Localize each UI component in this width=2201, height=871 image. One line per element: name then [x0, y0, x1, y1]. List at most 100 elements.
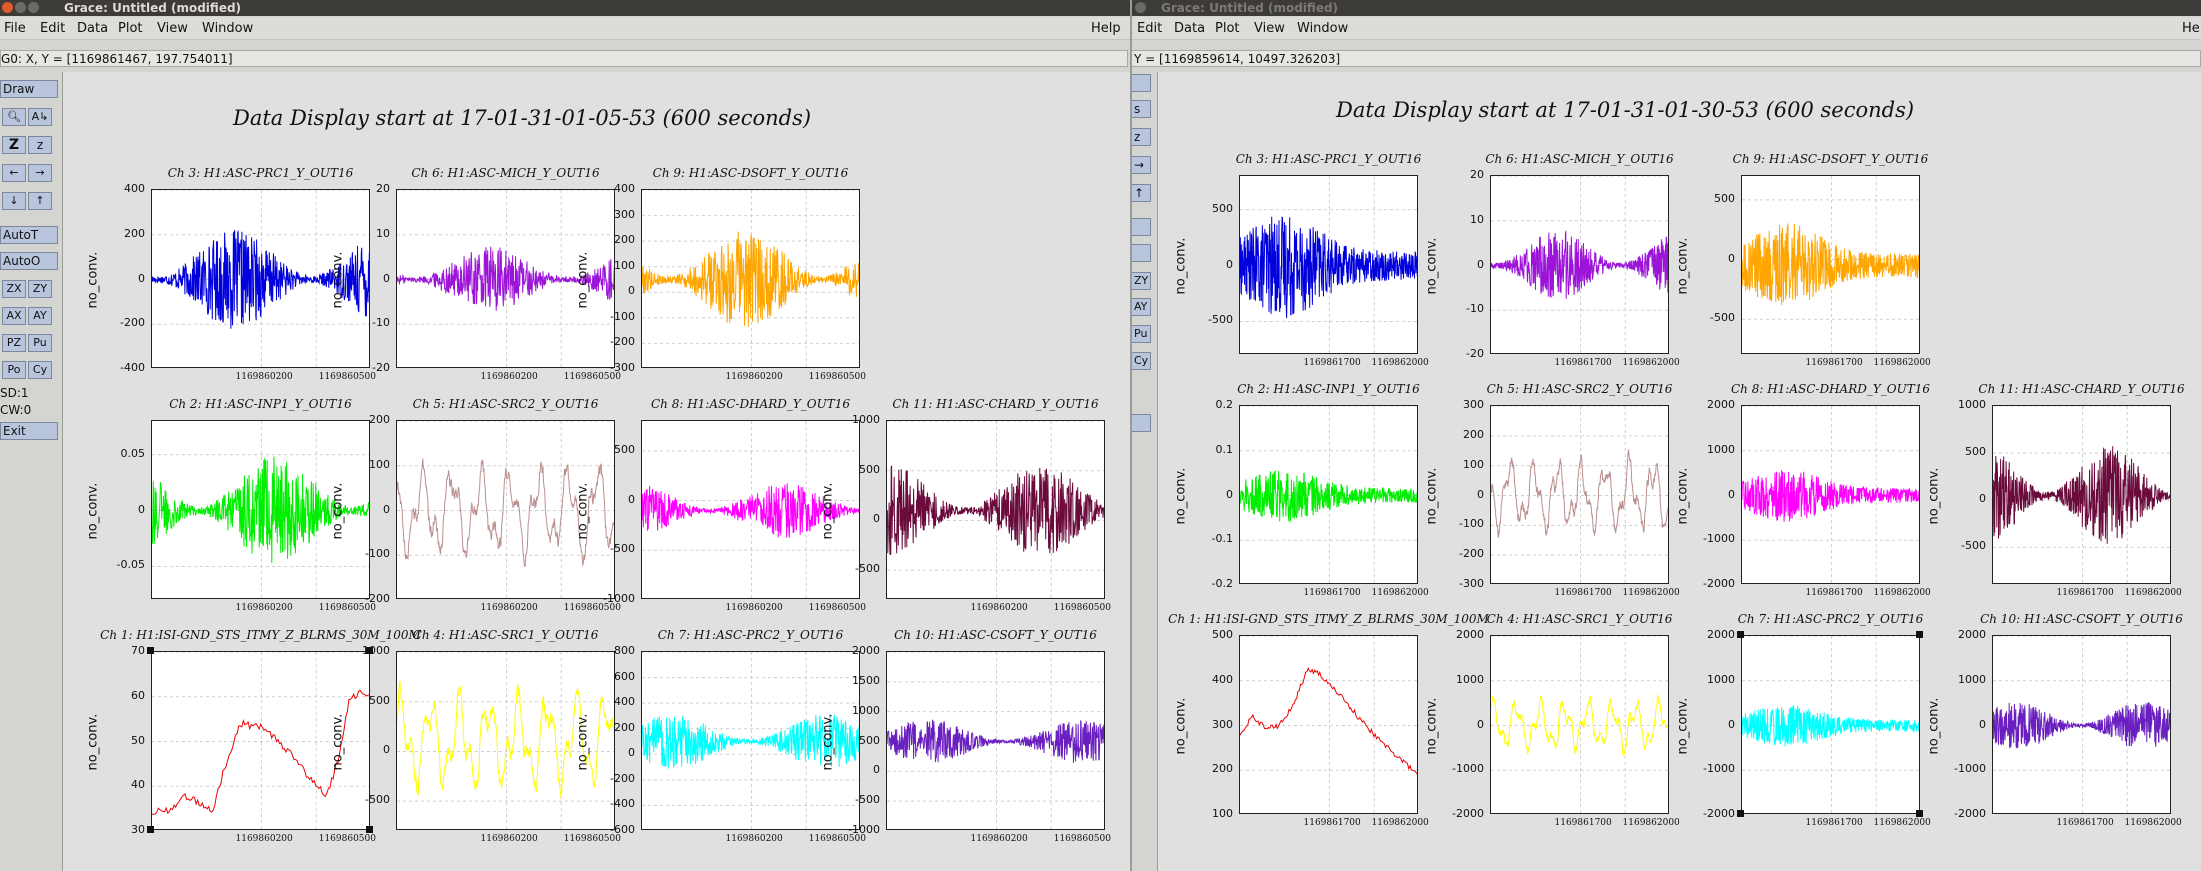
selection-handle[interactable] [1737, 810, 1744, 817]
minimize-icon[interactable] [15, 2, 26, 13]
graph-frame[interactable] [1741, 635, 1920, 814]
menu-file[interactable]: File [4, 21, 26, 36]
menu-edit[interactable]: Edit [1137, 21, 1162, 36]
draw-button[interactable]: Draw [0, 80, 58, 98]
y-tick-label: 0.2 [1215, 398, 1234, 411]
exit-button[interactable]: Exit [0, 422, 58, 440]
menu-plot[interactable]: Plot [118, 21, 143, 36]
graph-title: Ch 7: H1:ASC-PRC2_Y_OUT16 [1737, 612, 1924, 626]
close-icon[interactable] [1135, 2, 1146, 13]
zoom-tool-button[interactable]: 🔍︎ [2, 108, 26, 126]
graph-title: Ch 6: H1:ASC-MICH_Y_OUT16 [1485, 152, 1674, 166]
scroll-up-button[interactable]: ↑ [28, 192, 52, 210]
autoscale-tool-button[interactable]: A↳ [28, 108, 52, 126]
draw-button[interactable] [1131, 74, 1151, 92]
pz-button[interactable]: PZ [2, 334, 26, 352]
y-tick-label: -200 [610, 771, 635, 785]
zoom-out-button[interactable]: z [28, 136, 52, 154]
scroll-up-button[interactable]: ↑ [1131, 184, 1151, 202]
po-button[interactable]: Po [2, 361, 26, 379]
graph-frame[interactable] [1741, 405, 1920, 584]
menu-help[interactable]: He [2182, 21, 2200, 36]
close-icon[interactable] [2, 2, 13, 13]
ay-button[interactable]: AY [1131, 298, 1151, 316]
autoscale-ticks-button[interactable] [1131, 218, 1151, 236]
selection-handle[interactable] [1916, 631, 1923, 638]
title-bar[interactable]: Grace: Untitled (modified) [1131, 0, 2201, 16]
scroll-right-button[interactable]: → [1131, 156, 1151, 174]
exit-button[interactable] [1131, 414, 1151, 432]
x-tick-label: 1169862000 [1371, 358, 1429, 368]
y-tick-label: 60 [131, 688, 145, 702]
graph-frame[interactable] [886, 420, 1105, 599]
y-tick-label: 1000 [1707, 672, 1735, 686]
graph-frame[interactable] [1239, 635, 1418, 814]
y-tick-label: -300 [1459, 577, 1484, 590]
menu-edit[interactable]: Edit [40, 21, 65, 36]
zx-button[interactable]: ZX [2, 280, 26, 298]
graph-frame[interactable] [1239, 405, 1418, 584]
ay-button[interactable]: AY [28, 307, 52, 325]
ax-button[interactable]: AX [2, 307, 26, 325]
scroll-right-button[interactable]: → [28, 164, 52, 182]
selection-handle[interactable] [1737, 631, 1744, 638]
zoom-in-button[interactable]: Z [2, 136, 26, 154]
y-axis-label: no_conv. [1424, 697, 1440, 754]
menu-view[interactable]: View [1254, 21, 1285, 36]
maximize-icon[interactable] [28, 2, 39, 13]
menu-view[interactable]: View [157, 21, 188, 36]
title-bar[interactable]: Grace: Untitled (modified) [0, 0, 1130, 16]
menu-data[interactable]: Data [1174, 21, 1205, 36]
zy-button[interactable]: ZY [1131, 272, 1151, 290]
selection-handle[interactable] [1916, 810, 1923, 817]
zy-label: ZY [1134, 274, 1149, 287]
scroll-down-button[interactable]: ↓ [2, 192, 26, 210]
graph-title: Ch 9: H1:ASC-DSOFT_Y_OUT16 [1732, 152, 1929, 166]
graph-frame[interactable] [641, 189, 860, 368]
y-tick-label: -500 [610, 542, 635, 556]
graph-frame[interactable] [886, 651, 1105, 830]
x-tick-label: 1169861700 [2056, 818, 2114, 828]
graph-frame[interactable] [1239, 175, 1418, 354]
cy-button[interactable]: Cy [28, 361, 52, 379]
autoscale-tool-button[interactable]: s [1131, 100, 1151, 118]
y-tick-label: -200 [610, 335, 635, 349]
selection-handle[interactable] [147, 826, 154, 833]
x-tick-label: 1169861700 [1805, 358, 1863, 368]
selection-handle[interactable] [366, 826, 373, 833]
y-tick-label: -200 [1459, 547, 1484, 561]
plot-canvas[interactable]: Data Display start at 17-01-31-01-05-53 … [62, 72, 1130, 871]
autoscale-ticks-button[interactable]: AutoT [0, 226, 58, 244]
graph-frame[interactable] [1992, 635, 2171, 814]
autoscale-on-button[interactable] [1131, 244, 1151, 262]
x-tick-label: 1169860200 [725, 834, 783, 844]
window-title: Grace: Untitled (modified) [1161, 1, 1339, 15]
menu-window[interactable]: Window [202, 21, 253, 36]
menu-data[interactable]: Data [77, 21, 108, 36]
y-tick-label: 2000 [1958, 628, 1986, 641]
scroll-left-button[interactable]: ← [2, 164, 26, 182]
y-tick-label: 2000 [1456, 628, 1484, 641]
y-tick-label: 100 [1212, 807, 1233, 820]
graph-frame[interactable] [1490, 175, 1669, 354]
y-tick-label: -1000 [1703, 532, 1735, 546]
arrow-right-icon: → [1134, 158, 1145, 172]
pu-button[interactable]: Pu [28, 334, 52, 352]
zy-button[interactable]: ZY [28, 280, 52, 298]
graph-frame[interactable] [1490, 405, 1669, 584]
autoscale-on-button[interactable]: AutoO [0, 252, 58, 270]
menu-window[interactable]: Window [1297, 21, 1348, 36]
menu-help[interactable]: Help [1091, 21, 1121, 36]
graph-frame[interactable] [1490, 635, 1669, 814]
grace-window-right: Grace: Untitled (modified) Edit Data Plo… [1131, 0, 2201, 871]
cy-button[interactable]: Cy [1131, 352, 1151, 370]
pu-button[interactable]: Pu [1131, 325, 1151, 343]
graph-frame[interactable] [1741, 175, 1920, 354]
menu-bar: File Edit Data Plot View Window Help [0, 17, 1130, 40]
menu-plot[interactable]: Plot [1215, 21, 1240, 36]
y-tick-label: -0.1 [1211, 532, 1233, 546]
selection-handle[interactable] [147, 647, 154, 654]
plot-canvas[interactable]: Data Display start at 17-01-31-01-30-53 … [1157, 72, 2201, 871]
graph-frame[interactable] [1992, 405, 2171, 584]
zoom-out-button[interactable]: z [1131, 128, 1151, 146]
